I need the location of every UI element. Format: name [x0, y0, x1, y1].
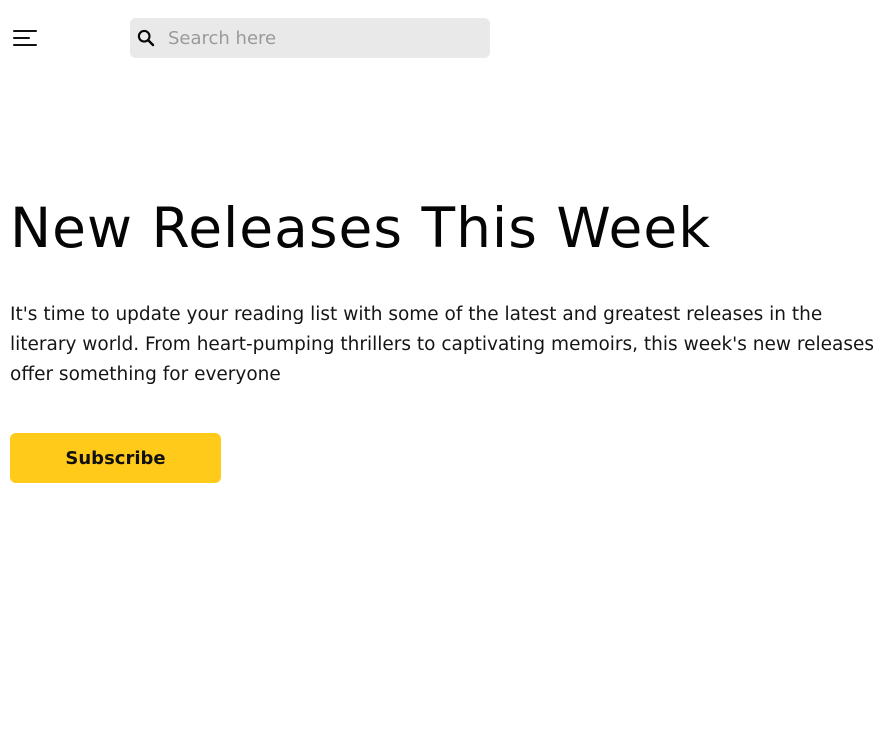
search-bar[interactable]: [130, 18, 490, 58]
search-icon: [137, 29, 155, 47]
page: New Releases This Week It's time to upda…: [0, 0, 891, 741]
subscribe-button[interactable]: Subscribe: [10, 433, 221, 483]
hamburger-menu-icon: [12, 28, 38, 48]
hero-description: It's time to update your reading list wi…: [10, 304, 874, 385]
top-bar: [0, 0, 891, 76]
page-title: New Releases This Week: [10, 196, 712, 260]
search-input[interactable]: [168, 18, 478, 58]
menu-button[interactable]: [12, 28, 38, 48]
hero-section: New Releases This Week It's time to upda…: [10, 190, 880, 390]
